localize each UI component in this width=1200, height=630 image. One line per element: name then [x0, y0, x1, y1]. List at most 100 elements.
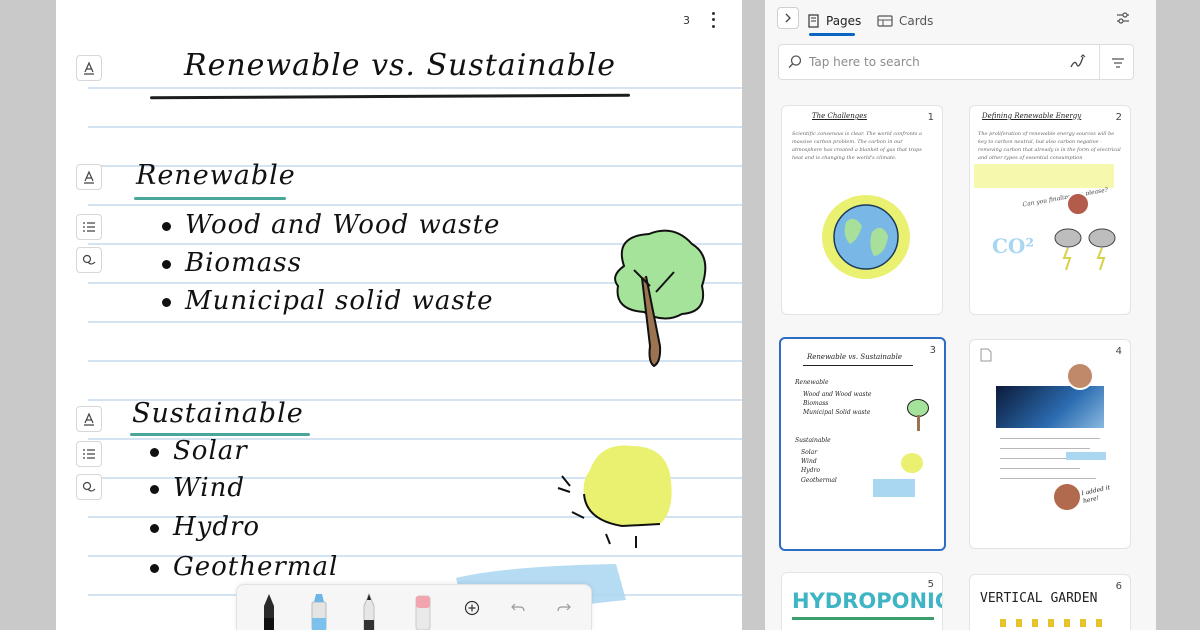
- notebook-page[interactable]: 3 Renewable vs. Sustainable Renewable Wo…: [56, 0, 742, 630]
- pen-icon: [264, 594, 274, 630]
- search-input[interactable]: [809, 45, 1059, 79]
- thumbnail-heading: Sustainable: [795, 437, 831, 444]
- flowers-drawing: [1000, 619, 1104, 627]
- water-mini-drawing: [873, 479, 915, 497]
- text-format-icon: [84, 412, 94, 426]
- add-circle-icon: [464, 600, 480, 616]
- avatar: [1066, 192, 1090, 216]
- ink-shape-icon: [82, 481, 96, 492]
- ink-shape-icon: [82, 254, 96, 265]
- redo-icon: [557, 603, 571, 612]
- add-button[interactable]: [461, 597, 483, 619]
- list-item: Municipal solid waste: [162, 286, 494, 316]
- pen-toolbar: [236, 584, 592, 630]
- page-number: 3: [683, 13, 690, 27]
- title-underline: [792, 617, 934, 620]
- list-icon: [83, 449, 95, 459]
- undo-button[interactable]: [507, 597, 529, 619]
- page-thumbnail[interactable]: 5 HYDROPONICS: [781, 572, 943, 630]
- list-item: Solar: [150, 436, 248, 466]
- list-item: Geothermal: [150, 552, 338, 582]
- list-item: Biomass: [162, 248, 302, 278]
- page-header: 3: [683, 10, 720, 30]
- page-thumbnail-selected[interactable]: 3 Renewable vs. Sustainable Renewable Wo…: [779, 337, 946, 551]
- title-underline: [803, 365, 913, 366]
- pane-header: Pages Cards: [765, 0, 1156, 38]
- redo-button[interactable]: [553, 597, 575, 619]
- thumbnail-number: 4: [1115, 346, 1122, 357]
- ink-search-icon[interactable]: [1067, 53, 1087, 73]
- text-line: [1000, 468, 1080, 469]
- trunk-mini-drawing: [917, 415, 920, 431]
- pages-icon: [808, 14, 819, 28]
- text-format-button[interactable]: [76, 164, 102, 190]
- avatar: [1066, 362, 1094, 390]
- collapse-pane-button[interactable]: [777, 7, 799, 29]
- text-format-icon: [84, 61, 94, 75]
- sliders-icon: [1117, 12, 1129, 24]
- page-thumbnail[interactable]: 6 VERTICAL GARDEN: [969, 574, 1131, 630]
- active-tab-indicator: [809, 33, 855, 36]
- tab-label: Cards: [899, 14, 934, 28]
- thumbnail-number: 6: [1115, 581, 1122, 592]
- search-divider: [1099, 45, 1100, 79]
- list-item: Wind: [150, 473, 245, 503]
- sun-mini-drawing: [901, 453, 923, 473]
- ink-convert-button[interactable]: [76, 247, 102, 273]
- filter-icon: [1112, 58, 1124, 68]
- thumbnail-item: Municipal Solid waste: [803, 409, 871, 416]
- text-format-icon: [84, 170, 94, 184]
- page-thumbnail[interactable]: 4 I added it here!: [969, 339, 1131, 549]
- sun-drawing: [557, 445, 672, 548]
- text-line: [1000, 448, 1090, 449]
- text-format-button[interactable]: [76, 55, 102, 81]
- page-title: Renewable vs. Sustainable: [184, 48, 617, 83]
- page-thumbnail[interactable]: 2 Defining Renewable Energy The prolifer…: [969, 105, 1131, 315]
- highlighter-icon: [311, 594, 327, 630]
- thumbnail-title: Renewable vs. Sustainable: [807, 353, 902, 361]
- eraser-icon: [415, 595, 431, 630]
- earth-photo: [996, 386, 1104, 428]
- pencil-tool[interactable]: [353, 588, 385, 630]
- text-format-button[interactable]: [76, 406, 102, 432]
- text-line: [1000, 478, 1096, 479]
- highlight-mark: [1066, 452, 1106, 460]
- earth-drawing: [822, 195, 910, 279]
- thumbnail-body: Scientific consensus is clear. The world…: [792, 131, 922, 161]
- thumbnail-item: Geothermal: [801, 477, 837, 484]
- thumbnail-item: Biomass: [803, 400, 829, 407]
- thumbnail-number: 1: [927, 112, 934, 123]
- list-item: Wood and Wood waste: [162, 210, 500, 240]
- highlighter-tool[interactable]: [303, 588, 335, 630]
- heading-sustainable: Sustainable: [132, 398, 304, 429]
- thumbnail-big-title: VERTICAL GARDEN: [980, 591, 1098, 606]
- list-icon: [83, 222, 95, 232]
- tab-label: Pages: [826, 14, 862, 28]
- thumbnail-body: The proliferation of renewable energy so…: [978, 131, 1121, 161]
- pencil-icon: [363, 592, 375, 630]
- tab-cards[interactable]: Cards: [877, 7, 933, 35]
- thumbnail-title: The Challenges: [812, 112, 867, 120]
- heading-renewable: Renewable: [136, 160, 296, 191]
- thumbnail-number: 3: [929, 345, 936, 356]
- thumbnail-item: Hydro: [801, 467, 820, 474]
- pdf-file-icon: [980, 348, 992, 362]
- more-options-icon[interactable]: [706, 10, 720, 30]
- eraser-tool[interactable]: [407, 588, 439, 630]
- pen-black-tool[interactable]: [253, 588, 285, 630]
- page-thumbnail[interactable]: 1 The Challenges Scientific consensus is…: [781, 105, 943, 315]
- thumbnail-note: I added it here!: [1080, 484, 1111, 506]
- list-format-button[interactable]: [76, 214, 102, 240]
- list-format-button[interactable]: [76, 441, 102, 467]
- view-settings-button[interactable]: [1114, 9, 1132, 27]
- undo-icon: [511, 603, 525, 612]
- thumbnail-big-title: HYDROPONICS: [792, 589, 942, 613]
- ink-convert-button[interactable]: [76, 474, 102, 500]
- tab-pages[interactable]: Pages: [807, 7, 861, 35]
- tree-drawing: [614, 229, 707, 368]
- heading-underline: [134, 197, 286, 200]
- thumbnail-number: 2: [1115, 112, 1122, 123]
- cards-icon: [877, 15, 893, 27]
- filter-button[interactable]: [1109, 54, 1127, 72]
- text-line: [1000, 438, 1100, 439]
